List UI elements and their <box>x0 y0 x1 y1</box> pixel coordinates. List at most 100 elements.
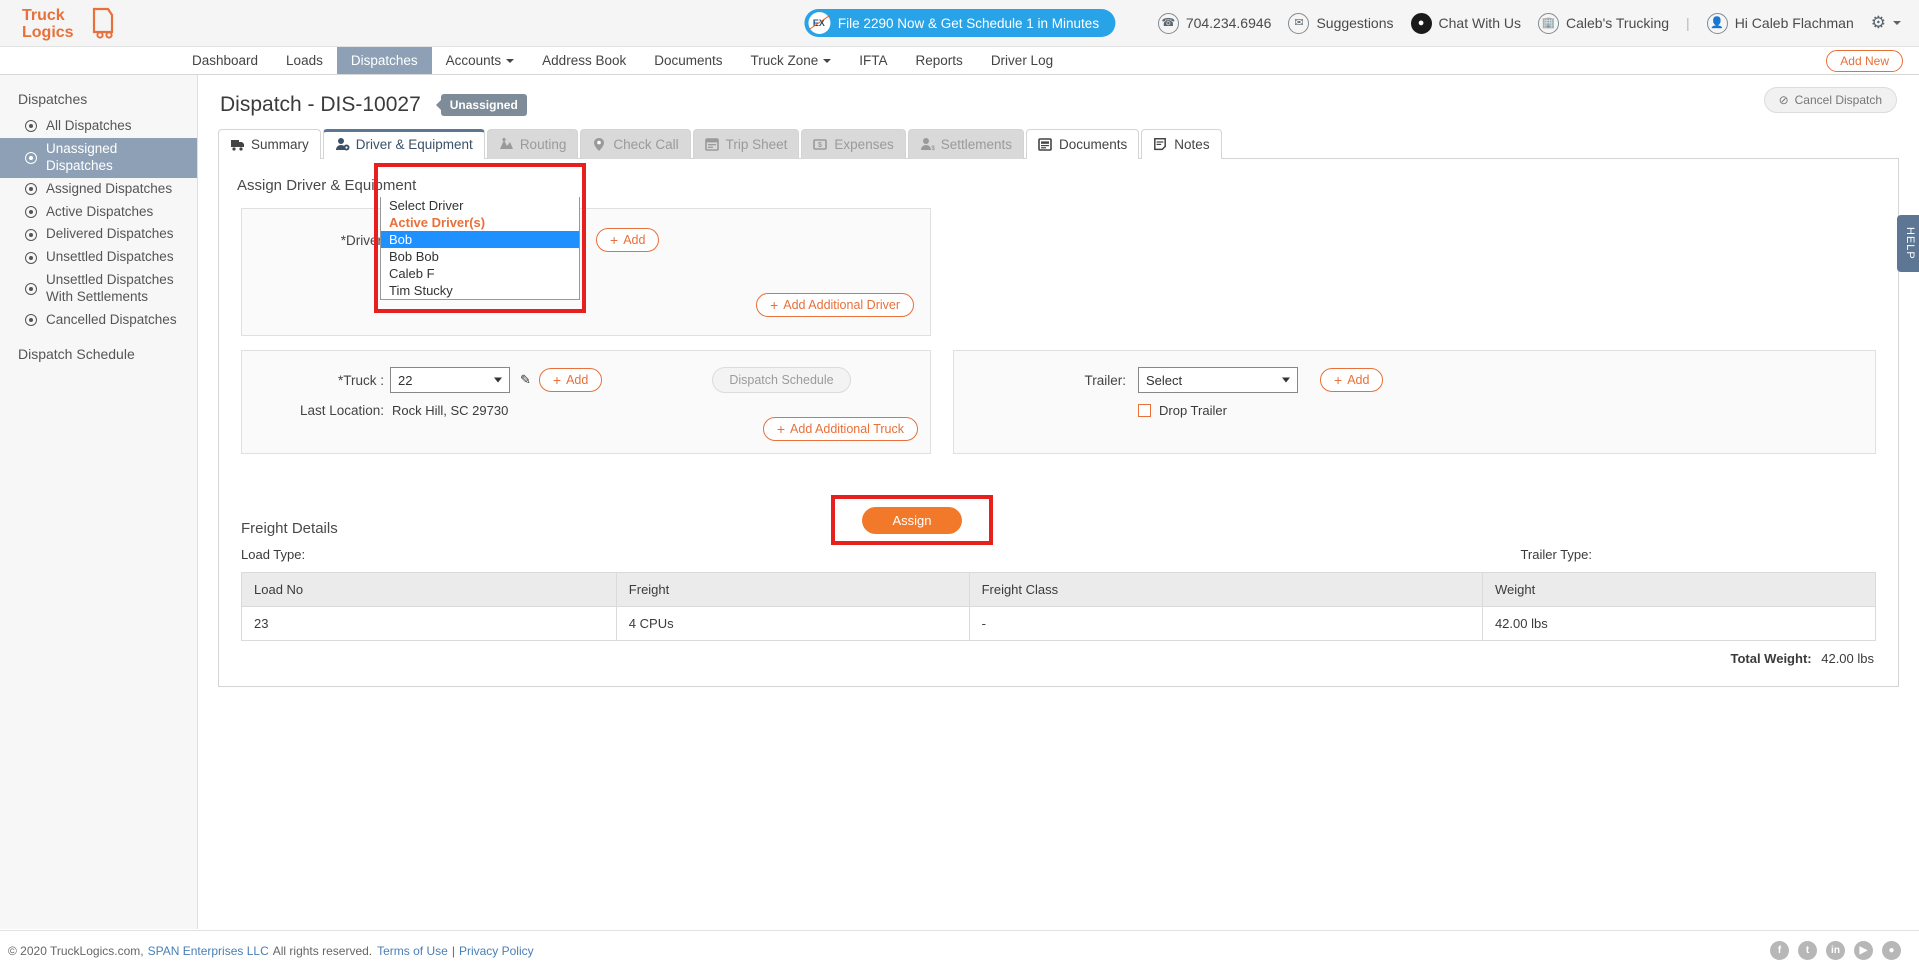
sidebar-item-dispatch-schedule[interactable]: Dispatch Schedule <box>0 332 197 366</box>
sidebar-item-unsettled-dispatches[interactable]: Unsettled Dispatches <box>0 246 197 269</box>
drop-trailer-checkbox[interactable] <box>1138 404 1151 417</box>
freight-type-row: Load Type: Trailer Type: <box>231 547 1886 572</box>
logo-icon: Truck Logics <box>22 7 114 41</box>
phone-item[interactable]: ☎ 704.234.6946 <box>1157 12 1271 34</box>
truck-add-button[interactable]: + Add <box>538 368 603 392</box>
add-additional-truck-button[interactable]: + Add Additional Truck <box>762 417 918 441</box>
main-content: Dispatch - DIS-10027 Unassigned ⊘ Cancel… <box>198 75 1919 929</box>
sidebar-item-all-dispatches[interactable]: All Dispatches <box>0 115 197 138</box>
twitter-icon[interactable]: t <box>1798 941 1817 960</box>
driver-option-active-driver-s-: Active Driver(s) <box>389 215 486 230</box>
main-navigation: Dashboard Loads Dispatches Accounts Address … <box>0 47 1919 75</box>
footer-terms-link[interactable]: Terms of Use <box>377 944 448 958</box>
tab-expenses: $ Expenses <box>801 129 906 159</box>
tab-documents[interactable]: Documents <box>1026 129 1140 159</box>
tab-check-call: Check Call <box>580 129 691 159</box>
nav-item-address-book[interactable]: Address Book <box>528 47 640 74</box>
total-weight-value: 42.00 lbs <box>1821 651 1874 666</box>
nav-item-driver-log[interactable]: Driver Log <box>977 47 1067 74</box>
chat-item[interactable]: ● Chat With Us <box>1410 12 1521 34</box>
nav-item-documents[interactable]: Documents <box>640 47 736 74</box>
sidebar-item-assigned-dispatches[interactable]: Assigned Dispatches <box>0 178 197 201</box>
map-pin-icon <box>594 138 605 151</box>
nav-item-reports[interactable]: Reports <box>902 47 977 74</box>
truck-select[interactable]: 22 <box>390 367 510 393</box>
sidebar-item-delivered-dispatches[interactable]: Delivered Dispatches <box>0 223 197 246</box>
radio-dot-icon <box>25 251 37 264</box>
nav-item-loads[interactable]: Loads <box>272 47 337 74</box>
footer-privacy-link[interactable]: Privacy Policy <box>459 944 534 958</box>
tab-label: Routing <box>519 137 567 152</box>
trailer-add-label: Add <box>1347 373 1370 387</box>
footer-separator: | <box>451 943 455 958</box>
document-icon <box>1038 138 1052 151</box>
footer: © 2020 TruckLogics.com, SPAN Enterprises… <box>0 930 1919 970</box>
sidebar-item-label: All Dispatches <box>46 118 132 133</box>
driver-option-select-driver[interactable]: Select Driver <box>381 197 579 214</box>
help-tab[interactable]: HELP <box>1897 215 1919 272</box>
sidebar-item-unassigned-dispatches[interactable]: Unassigned Dispatches <box>0 137 197 178</box>
sidebar-item-active-dispatches[interactable]: Active Dispatches <box>0 201 197 224</box>
assign-button[interactable]: Assign <box>862 506 962 534</box>
trailer-type-label: Trailer Type: <box>1520 547 1592 562</box>
facebook-icon[interactable]: f <box>1770 941 1789 960</box>
nav-item-dashboard[interactable]: Dashboard <box>178 47 272 74</box>
nav-item-truck-zone[interactable]: Truck Zone <box>737 47 846 74</box>
rss-icon[interactable]: ● <box>1882 941 1901 960</box>
tab-label: Summary <box>251 137 309 152</box>
tab-label: Expenses <box>834 137 894 152</box>
driver-option-tim-stucky[interactable]: Tim Stucky <box>381 282 579 299</box>
total-weight-label: Total Weight: <box>1730 651 1812 666</box>
user-avatar-icon: 👤 <box>1706 12 1728 34</box>
footer-company-link[interactable]: SPAN Enterprises LLC <box>148 944 269 958</box>
building-icon: 🏢 <box>1537 12 1559 34</box>
column-header: Freight <box>615 572 970 607</box>
sidebar-item-cancelled-dispatches[interactable]: Cancelled Dispatches <box>0 309 197 332</box>
tab-summary[interactable]: Summary <box>218 129 321 159</box>
driver-dropdown-list[interactable]: Select Driver Active Driver(s) Bob Bob Bob C… <box>380 197 580 300</box>
chat-bubble-icon: ● <box>1410 12 1432 34</box>
tab-notes[interactable]: Notes <box>1141 129 1222 159</box>
trailer-select-value: Select <box>1146 372 1183 388</box>
nav-item-ifta[interactable]: IFTA <box>845 47 901 74</box>
trailer-select[interactable]: Select <box>1138 367 1298 393</box>
column-header: Freight Class <box>968 572 1483 607</box>
plus-icon: + <box>776 421 786 437</box>
nav-item-dispatches[interactable]: Dispatches <box>336 47 432 74</box>
trucklogics-logo[interactable]: Truck Logics <box>22 4 127 42</box>
tab-driver-equipment[interactable]: Driver & Equipment <box>322 129 485 159</box>
trailer-add-button[interactable]: + Add <box>1320 368 1384 392</box>
chevron-down-icon <box>494 377 502 383</box>
nav-item-accounts[interactable]: Accounts <box>432 47 529 74</box>
driver-equipment-panel: Assign Driver & Equipment *Driver Select… <box>218 158 1899 687</box>
last-location-label: Last Location: <box>299 403 384 418</box>
settings-menu[interactable]: ⚙ <box>1871 13 1901 33</box>
suggestions-item[interactable]: ✉ Suggestions <box>1288 12 1394 34</box>
tab-label: Check Call <box>613 137 679 152</box>
radio-dot-icon <box>25 283 37 295</box>
driver-add-button[interactable]: + Add <box>596 228 660 252</box>
youtube-icon[interactable]: ▶ <box>1854 941 1873 960</box>
add-additional-driver-button[interactable]: + Add Additional Driver <box>756 293 914 317</box>
edit-truck-pencil-icon[interactable]: ✎ <box>520 372 531 388</box>
chat-label: Chat With Us <box>1438 15 1521 31</box>
file-2290-promo-button[interactable]: EX File 2290 Now & Get Schedule 1 in Min… <box>803 9 1116 37</box>
company-item[interactable]: 🏢 Caleb's Trucking <box>1537 12 1669 34</box>
add-new-button[interactable]: Add New <box>1826 50 1903 72</box>
driver-option-bob[interactable]: Bob <box>381 231 579 248</box>
driver-option-bob-bob[interactable]: Bob Bob <box>381 248 579 265</box>
user-item[interactable]: 👤 Hi Caleb Flachman <box>1706 12 1854 34</box>
last-location-value: Rock Hill, SC 29730 <box>392 403 509 418</box>
sidebar-heading: Dispatches <box>18 91 88 107</box>
linkedin-icon[interactable]: in <box>1826 941 1845 960</box>
tab-label: Trip Sheet <box>725 137 788 152</box>
sidebar-item-unsettled-dispatches-with-settlements[interactable]: Unsettled Dispatches With Settlements <box>0 269 197 309</box>
envelope-icon: ✉ <box>1288 12 1310 34</box>
tab-bar: Summary Driver & Equipment Routing Check Ca… <box>218 129 1899 159</box>
plus-icon: + <box>552 372 562 388</box>
driver-option-caleb-f[interactable]: Caleb F <box>381 265 579 282</box>
dispatch-schedule-button[interactable]: Dispatch Schedule <box>712 367 851 393</box>
ez2290-badge-icon: EX <box>807 12 830 34</box>
cancel-dispatch-button[interactable]: ⊘ Cancel Dispatch <box>1763 87 1897 113</box>
table-cell: 42.00 lbs <box>1481 606 1877 641</box>
